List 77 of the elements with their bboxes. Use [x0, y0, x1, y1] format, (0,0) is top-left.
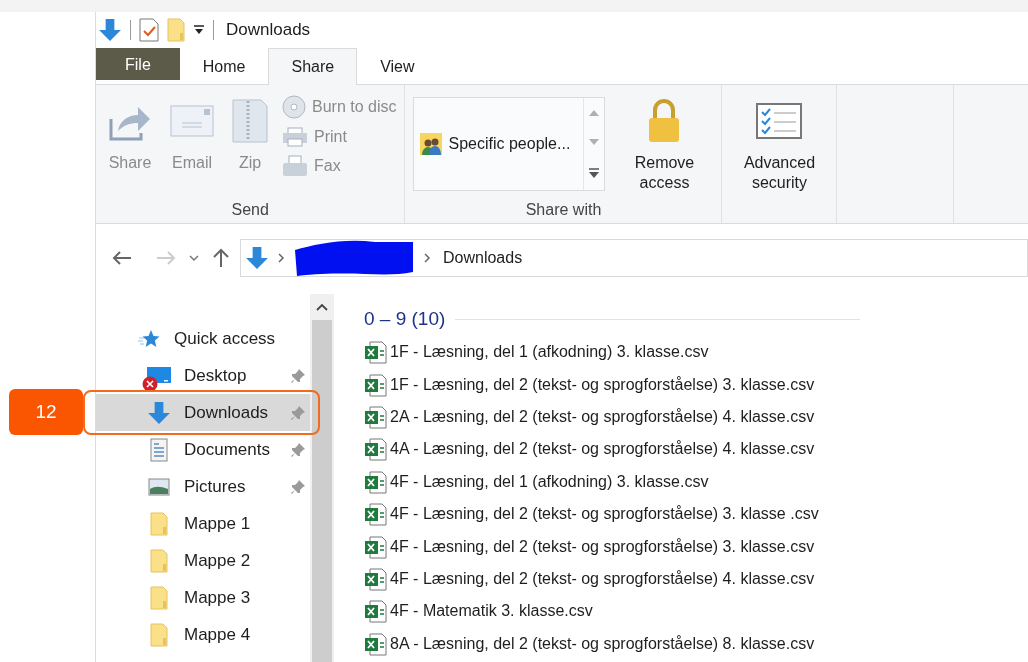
file-name[interactable]: 2A - Læsning, del 2 (tekst- og sprogforståelse) 4. klasse.csv	[390, 407, 815, 426]
ribbon-button[interactable]: Remove access	[615, 93, 714, 201]
pin-icon[interactable]	[290, 367, 306, 384]
landscape-image-icon	[148, 477, 170, 496]
disc-icon	[282, 95, 306, 119]
nav-item[interactable]: Documents	[184, 439, 270, 460]
document-icon	[150, 437, 168, 462]
monitor-icon	[146, 365, 172, 386]
pin-icon[interactable]	[290, 404, 306, 421]
spreadsheet-file-icon	[364, 404, 388, 429]
folder-icon	[167, 18, 185, 42]
nav-item[interactable]: Mappe 1	[184, 513, 251, 534]
scrollbar[interactable]	[310, 294, 334, 662]
checklist-icon	[756, 103, 803, 139]
group-heading[interactable]: 0 – 9 (10)	[364, 308, 446, 330]
people-icon	[420, 133, 443, 155]
download-arrow-icon	[245, 246, 269, 270]
spreadsheet-file-icon	[364, 502, 388, 527]
file-name[interactable]: 4A - Læsning, del 2 (tekst- og sprogforståelse) 4. klasse.csv	[390, 440, 815, 459]
ribbon-tab[interactable]: View	[357, 48, 438, 84]
download-arrow-icon	[98, 18, 122, 42]
file-name[interactable]: 4F - Læsning, del 1 (afkodning) 3. klasse.csv	[390, 472, 709, 491]
up-arrow-icon[interactable]	[212, 248, 230, 268]
spreadsheet-file-icon	[364, 631, 388, 656]
nav-item[interactable]: Pictures	[184, 476, 246, 497]
printer-icon	[282, 127, 308, 147]
nav-item[interactable]: Desktop	[184, 365, 247, 386]
pin-icon[interactable]	[290, 441, 306, 458]
fax-icon	[282, 155, 308, 177]
gallery-item[interactable]: Specific people...	[420, 133, 571, 155]
breadcrumb[interactable]: Downloads	[439, 249, 527, 267]
spreadsheet-file-icon	[364, 534, 388, 559]
chevron-right-icon[interactable]	[423, 252, 431, 264]
group-label: Send	[230, 201, 270, 220]
scroll-up-icon[interactable]	[316, 303, 328, 311]
spreadsheet-file-icon	[364, 340, 388, 365]
file-name[interactable]: 4F - Læsning, del 2 (tekst- og sprogforståelse) 3. klasse .csv	[390, 505, 819, 524]
file-name[interactable]: 4F - Læsning, del 2 (tekst- og sprogforståelse) 4. klasse.csv	[390, 569, 815, 588]
file-name[interactable]: 1F - Læsning, del 2 (tekst- og sprogforståelse) 3. klasse.csv	[390, 375, 815, 394]
folder-icon	[150, 511, 168, 536]
pin-icon[interactable]	[290, 478, 306, 495]
nav-item[interactable]: Mappe 4	[184, 624, 251, 645]
chevron-right-icon[interactable]	[277, 252, 285, 264]
window-title: Downloads	[226, 20, 311, 40]
file-name[interactable]: 1F - Læsning, del 1 (afkodning) 3. klasse.csv	[390, 343, 709, 362]
envelope-icon	[170, 105, 214, 137]
nav-item[interactable]: Quick access	[174, 328, 276, 349]
file-name[interactable]: 8A - Læsning, del 2 (tekst- og sprogforståelse) 8. klasse.csv	[390, 634, 815, 653]
scroll-down-icon[interactable]	[589, 138, 600, 146]
expand-gallery-icon[interactable]	[588, 167, 601, 180]
spreadsheet-file-icon	[364, 599, 388, 624]
folder-icon	[150, 585, 168, 610]
ribbon-tab[interactable]: File	[96, 48, 180, 81]
spreadsheet-file-icon	[364, 372, 388, 397]
dropdown-icon[interactable]	[193, 24, 205, 36]
folder-icon	[150, 548, 168, 573]
ribbon-tab[interactable]: Home	[179, 48, 269, 84]
zip-folder-icon	[232, 99, 268, 143]
group-label: Share with	[524, 201, 603, 220]
spreadsheet-file-icon	[364, 469, 388, 494]
file-name[interactable]: 4F - Matematik 3. klasse.csv	[390, 602, 593, 621]
nav-item[interactable]: Mappe 2	[184, 550, 251, 571]
nav-item[interactable]: Mappe 3	[184, 587, 251, 608]
back-arrow-icon[interactable]	[112, 250, 132, 266]
ribbon-button[interactable]: Advanced security	[730, 93, 829, 201]
step-badge: 12	[9, 389, 83, 435]
folder-icon	[150, 622, 168, 647]
spreadsheet-file-icon	[364, 566, 388, 591]
star-icon	[138, 328, 160, 349]
spreadsheet-file-icon	[364, 437, 388, 462]
file-name[interactable]: 4F - Læsning, del 2 (tekst- og sprogforståelse) 3. klasse.csv	[390, 537, 815, 556]
address-bar[interactable]: Downloads	[240, 239, 1028, 277]
ribbon-tab[interactable]: Share	[268, 48, 358, 85]
properties-icon[interactable]	[139, 18, 159, 42]
download-arrow-icon	[147, 400, 171, 425]
chevron-down-icon[interactable]	[188, 254, 200, 262]
padlock-icon	[647, 98, 682, 144]
